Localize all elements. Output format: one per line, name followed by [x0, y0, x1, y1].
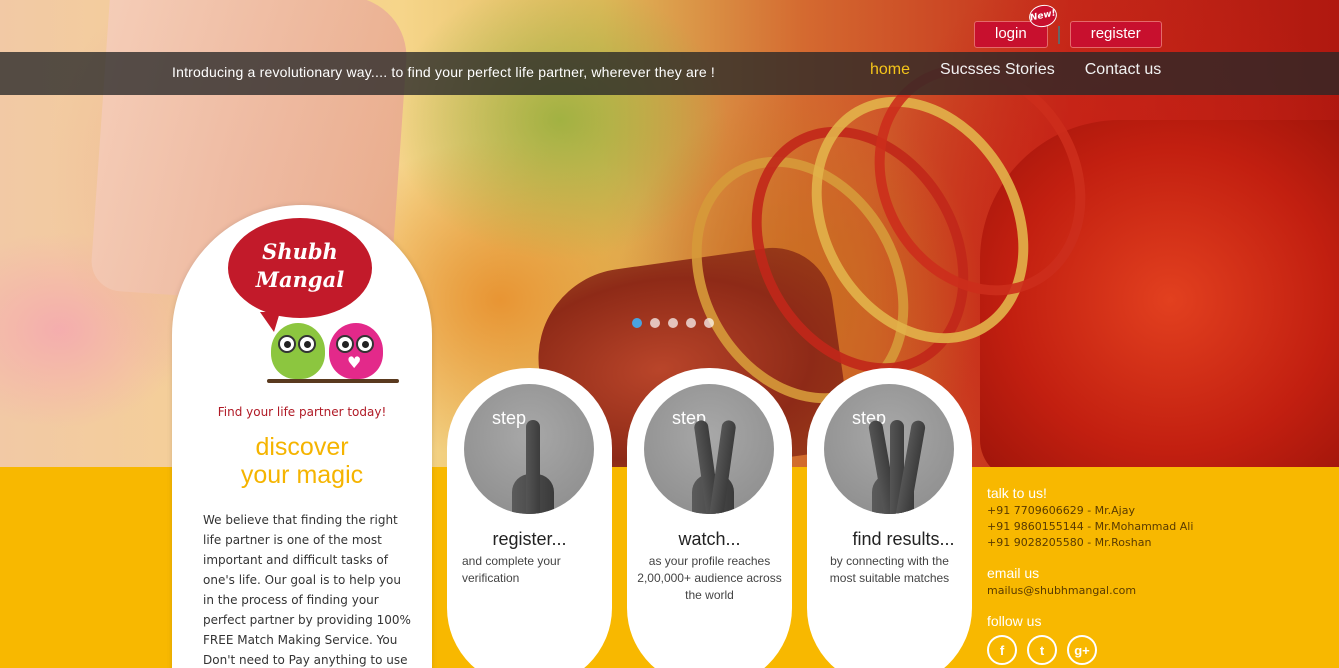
- google-plus-icon[interactable]: g+: [1067, 635, 1097, 665]
- slider-dot[interactable]: [686, 318, 696, 328]
- branch: [267, 379, 399, 383]
- three-finger-hand-icon: step: [824, 384, 954, 514]
- top-bar: Introducing a revolutionary way.... to f…: [0, 52, 1339, 95]
- headline-line-2: your magic: [240, 461, 364, 489]
- headline-line-1: discover: [255, 433, 349, 461]
- slider-dots: [632, 318, 714, 328]
- social-links: f t g+: [987, 635, 1327, 665]
- step-title: watch...: [678, 529, 741, 549]
- intro-body-text: We believe that finding the right life p…: [203, 513, 411, 667]
- email-link[interactable]: mailus@shubhmangal.com: [987, 583, 1327, 599]
- intro-tagline: Find your life partner today!: [217, 405, 387, 419]
- phone-line[interactable]: +91 9860155144 - Mr.Mohammad Ali: [987, 519, 1327, 535]
- nav-success-stories[interactable]: Sucsses Stories: [940, 61, 1055, 79]
- step-word: step: [492, 408, 527, 428]
- auth-buttons: login register: [974, 21, 1162, 48]
- follow-heading: follow us: [987, 613, 1042, 629]
- slider-dot[interactable]: [668, 318, 678, 328]
- logo-line-1: Shubh: [262, 239, 338, 264]
- nav-home[interactable]: home: [870, 61, 910, 79]
- facebook-icon[interactable]: f: [987, 635, 1017, 665]
- slider-dot[interactable]: [650, 318, 660, 328]
- green-owl-icon: [271, 323, 325, 379]
- twitter-icon[interactable]: t: [1027, 635, 1057, 665]
- phone-line[interactable]: +91 7709606629 - Mr.Ajay: [987, 503, 1327, 519]
- slider-dot[interactable]: [704, 318, 714, 328]
- contact-info: talk to us! +91 7709606629 - Mr.Ajay +91…: [987, 485, 1327, 668]
- main-nav: home Sucsses Stories Contact us: [870, 61, 1161, 79]
- email-heading: email us: [987, 565, 1040, 581]
- discover-headline: discover your magic: [172, 433, 432, 489]
- owl-mascots: ♥: [267, 323, 399, 393]
- register-button[interactable]: register: [1069, 21, 1162, 48]
- logo-line-2: Mangal: [255, 267, 345, 292]
- pink-owl-icon: ♥: [329, 323, 383, 379]
- talk-heading: talk to us!: [987, 485, 1047, 501]
- nav-contact-us[interactable]: Contact us: [1085, 61, 1161, 79]
- step-description: and complete your verification: [462, 554, 561, 585]
- brand-logo[interactable]: Shubh Mangal: [228, 218, 372, 332]
- step-title: register...: [492, 529, 567, 549]
- heart-icon: ♥: [347, 353, 362, 372]
- slider-dot[interactable]: [632, 318, 642, 328]
- one-finger-hand-icon: step: [464, 384, 594, 514]
- step-card-find-results: step find results... by connecting with …: [807, 368, 972, 668]
- phone-line[interactable]: +91 9028205580 - Mr.Roshan: [987, 535, 1327, 551]
- step-card-watch: step watch... as your profile reaches 2,…: [627, 368, 792, 668]
- two-finger-hand-icon: step: [644, 384, 774, 514]
- step-description: by connecting with the most suitable mat…: [829, 554, 950, 585]
- step-title: find results...: [852, 529, 955, 549]
- step-card-register: step register... and complete your verif…: [447, 368, 612, 668]
- step-description: as your profile reaches 2,00,000+ audien…: [637, 554, 782, 602]
- intro-card: Shubh Mangal ♥ Find your life partner to…: [172, 205, 432, 668]
- header-tagline: Introducing a revolutionary way.... to f…: [172, 64, 716, 80]
- auth-separator: [1057, 25, 1060, 44]
